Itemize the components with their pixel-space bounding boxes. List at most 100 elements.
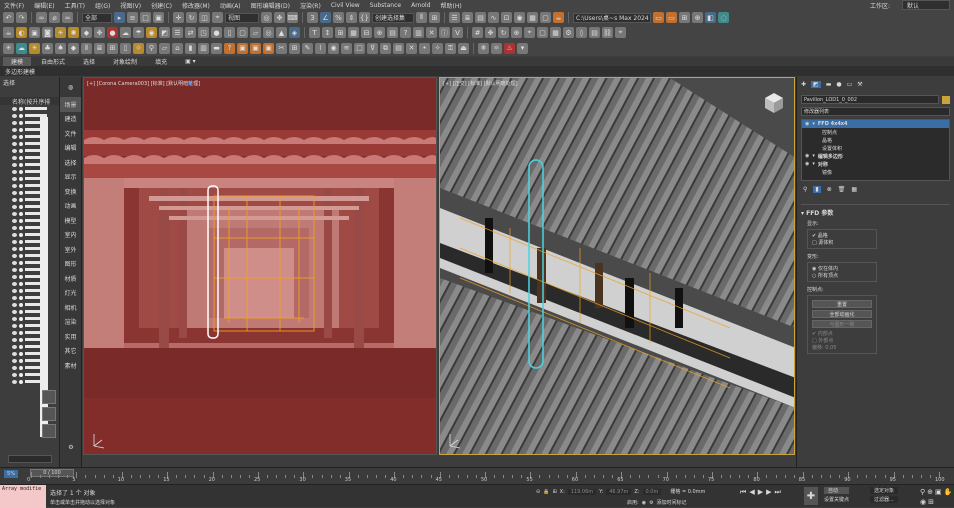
reset-button[interactable]: 重置: [812, 300, 872, 308]
question-tool-icon[interactable]: ?: [400, 27, 411, 38]
cmd-model[interactable]: 模型: [60, 213, 81, 228]
freeze-toggle-icon[interactable]: [19, 197, 23, 202]
project-folder-icon[interactable]: ▭: [653, 12, 664, 23]
tag-icon[interactable]: ◊: [576, 27, 587, 38]
freeze-toggle-icon[interactable]: [19, 302, 23, 307]
freeze-toggle-icon[interactable]: [19, 113, 23, 118]
scene-object-row[interactable]: [0, 147, 59, 154]
scene-object-row[interactable]: [0, 336, 59, 343]
add-time-tag-icon[interactable]: ⚙: [649, 500, 653, 506]
reference-coord-dropdown[interactable]: 视图: [225, 12, 259, 23]
render-mode-icon[interactable]: ▥: [413, 27, 424, 38]
freeze-toggle-icon[interactable]: [19, 162, 23, 167]
scene-object-row[interactable]: [0, 154, 59, 161]
scene-object-row[interactable]: [0, 287, 59, 294]
ffd-rollout-title[interactable]: ▾ FFD 参数: [797, 205, 954, 220]
frame-icon[interactable]: ▢: [537, 27, 548, 38]
all-vertices-radio[interactable]: ○ 所有顶点: [812, 272, 872, 279]
cmd-edit[interactable]: 编辑: [60, 141, 81, 156]
orbit-icon[interactable]: ◉: [920, 498, 926, 506]
conform-to-shape-button[interactable]: 与图形一致: [812, 320, 872, 328]
zoom-nav-icon[interactable]: ⚲: [920, 488, 925, 496]
ribbon-options-icon[interactable]: ▣ ▾: [177, 57, 204, 66]
scale-icon[interactable]: ◫: [199, 12, 210, 23]
bind-space-warp-icon[interactable]: ≈: [62, 12, 73, 23]
menu-help[interactable]: 帮助(H): [437, 1, 468, 10]
cmd-transform[interactable]: 变换: [60, 184, 81, 199]
scene-object-row[interactable]: [0, 105, 59, 112]
workspace-dropdown[interactable]: 默认: [902, 0, 950, 10]
scene-object-row[interactable]: [0, 203, 59, 210]
sun-icon[interactable]: ✺: [68, 27, 79, 38]
freeze-toggle-icon[interactable]: [19, 211, 23, 216]
pin-icon[interactable]: ⌖: [615, 27, 626, 38]
link-icon[interactable]: ∞: [36, 12, 47, 23]
render-setup-icon[interactable]: ▦: [527, 12, 538, 23]
tab-selection[interactable]: 选择: [75, 57, 103, 66]
menu-civil-view[interactable]: Civil View: [327, 2, 366, 9]
spinner-snap-icon[interactable]: ⇕: [346, 12, 357, 23]
unlink-icon[interactable]: ⌀: [49, 12, 60, 23]
scatter-icon[interactable]: ✥: [94, 27, 105, 38]
modifier-sub-object-item[interactable]: 镜像: [802, 168, 949, 176]
visibility-eye-icon[interactable]: [12, 127, 17, 132]
create-project-icon[interactable]: ⊕: [692, 12, 703, 23]
tab-object-paint[interactable]: 对象绘制: [105, 57, 145, 66]
visibility-eye-icon[interactable]: [12, 246, 17, 251]
pan-nav-icon[interactable]: ✋: [944, 488, 953, 496]
scissors-icon[interactable]: ✂: [276, 42, 287, 54]
open-project-icon[interactable]: ▭: [666, 12, 677, 23]
teapot-icon[interactable]: ☕: [3, 27, 14, 38]
motion-tab-icon[interactable]: ●: [836, 81, 841, 88]
menu-substance[interactable]: Substance: [366, 2, 407, 9]
visibility-eye-icon[interactable]: [12, 211, 17, 216]
set-key-icon[interactable]: ✚: [804, 487, 818, 505]
menu-rendering[interactable]: 渲染(R): [296, 1, 327, 10]
grass-icon[interactable]: ♣: [42, 42, 53, 54]
freeze-toggle-icon[interactable]: [19, 379, 23, 384]
cmd-interior[interactable]: 室内: [60, 228, 81, 243]
camera-viewport-label[interactable]: [+] [Corona Camera003] [标准] [默认明暗处理]: [87, 80, 200, 87]
visibility-eye-icon[interactable]: [12, 330, 17, 335]
image-icon[interactable]: ▣: [250, 42, 261, 54]
visibility-eye-icon[interactable]: [12, 267, 17, 272]
visibility-eye-icon[interactable]: [12, 120, 17, 125]
object-name-field[interactable]: Pavilion_LOD1_0_002: [801, 95, 939, 104]
clear-icon[interactable]: ✕: [426, 27, 437, 38]
freeze-toggle-icon[interactable]: [19, 225, 23, 230]
visibility-eye-icon[interactable]: [12, 309, 17, 314]
scene-object-row[interactable]: [0, 182, 59, 189]
remove-modifier-icon[interactable]: 🗑: [838, 186, 846, 193]
freeze-toggle-icon[interactable]: [19, 330, 23, 335]
y-coordinate-field[interactable]: 46.97m: [606, 488, 632, 495]
attach-tool-icon[interactable]: ⊕: [374, 27, 385, 38]
show-end-result-icon[interactable]: ▮: [813, 186, 821, 193]
menu-edit[interactable]: 编辑(E): [30, 1, 60, 10]
cmd-display[interactable]: 显示: [60, 170, 81, 185]
menu-file[interactable]: 文件(F): [0, 1, 30, 10]
layers-icon[interactable]: ≋: [341, 42, 352, 54]
camera-icon[interactable]: ◙: [42, 27, 53, 38]
enabled-toggle-icon[interactable]: ◉: [642, 500, 646, 506]
visibility-eye-icon[interactable]: [12, 281, 17, 286]
scene-object-row[interactable]: [0, 112, 59, 119]
visibility-eye-icon[interactable]: [12, 204, 17, 209]
visibility-eye-icon[interactable]: [12, 134, 17, 139]
add-time-tag[interactable]: 添加时间标记: [657, 499, 687, 506]
freeze-toggle-icon[interactable]: [19, 239, 23, 244]
info-icon[interactable]: ⓘ: [439, 27, 450, 38]
source-volume-checkbox[interactable]: □ 源体积: [812, 239, 872, 246]
freeze-toggle-icon[interactable]: [19, 309, 23, 314]
proxy-icon[interactable]: ◆: [81, 27, 92, 38]
modifier-sub-object-item[interactable]: 控制点: [802, 128, 949, 136]
lister-icon[interactable]: ☰: [172, 27, 183, 38]
layer-explorer-icon[interactable]: ≣: [462, 12, 473, 23]
render-teapot-icon[interactable]: ☕: [553, 12, 564, 23]
freeze-toggle-icon[interactable]: [19, 246, 23, 251]
sphere-icon[interactable]: ●: [211, 27, 222, 38]
previous-frame-icon[interactable]: ◀: [749, 488, 754, 497]
undo-icon[interactable]: ↶: [3, 12, 14, 23]
balloon-icon[interactable]: ♨: [504, 42, 515, 54]
material-library-icon[interactable]: ●: [107, 27, 118, 38]
scene-object-row[interactable]: [0, 210, 59, 217]
